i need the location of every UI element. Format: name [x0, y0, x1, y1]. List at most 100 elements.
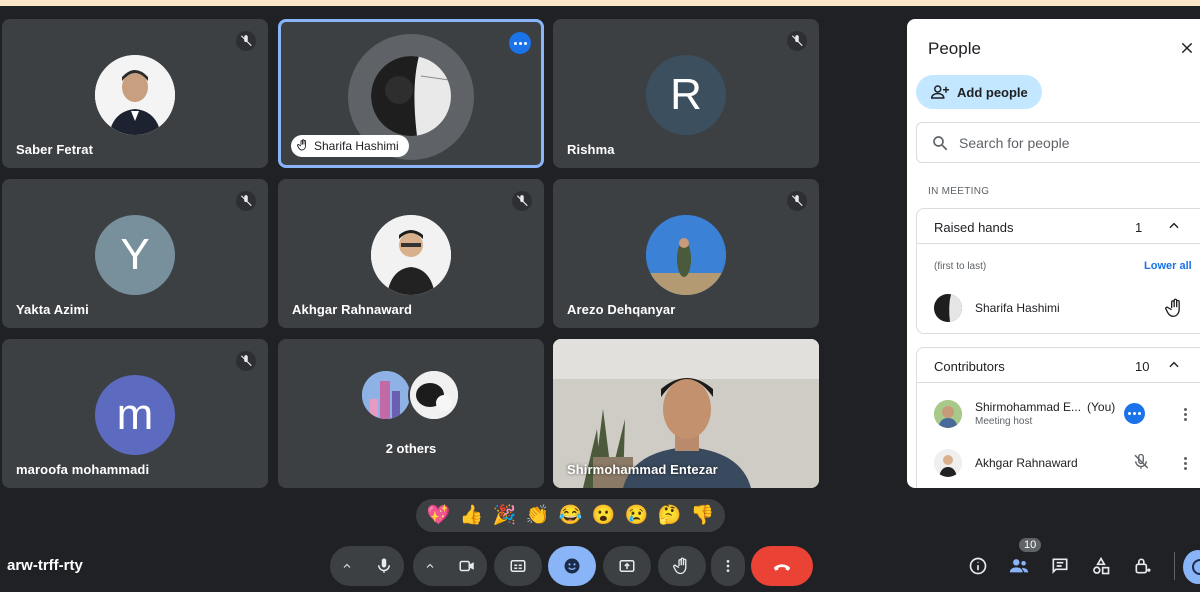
avatar: [360, 369, 412, 421]
section-count: 1: [1135, 220, 1143, 235]
chevron-up-icon: [426, 563, 434, 568]
chevron-up-icon[interactable]: [1165, 356, 1183, 374]
chevron-up-icon: [343, 563, 351, 568]
section-title: Raised hands: [934, 220, 1014, 235]
avatar: [934, 294, 962, 322]
participant-name: Akhgar Rahnaward: [292, 302, 413, 317]
tile-more-options-button[interactable]: [509, 32, 531, 54]
search-people-input[interactable]: [959, 134, 1179, 151]
reaction-thinking[interactable]: 🤔: [658, 506, 682, 525]
participant-name: maroofa mohammadi: [16, 462, 150, 477]
mic-off-icon: [236, 191, 256, 211]
participant-name: Yakta Azimi: [16, 302, 89, 317]
participant-tile-active[interactable]: Sharifa Hashimi: [278, 19, 544, 168]
close-panel-button[interactable]: [1177, 38, 1197, 58]
you-tag: (You): [1087, 400, 1116, 414]
reaction-surprised[interactable]: 😮: [592, 506, 616, 525]
contributors-header[interactable]: Contributors 10: [917, 348, 1200, 383]
self-video-tile[interactable]: Shirmohammad Entezar: [553, 339, 819, 488]
divider: [1174, 552, 1175, 580]
participant-tile[interactable]: m maroofa mohammadi: [2, 339, 268, 488]
avatar: [934, 449, 962, 477]
reaction-thumbs-up[interactable]: 👍: [460, 506, 484, 525]
camera-button[interactable]: [447, 546, 487, 586]
mic-icon: [378, 558, 390, 573]
person-name: Shirmohammad E...: [975, 400, 1082, 414]
person-add-icon: [930, 85, 949, 99]
more-vert-icon[interactable]: [1175, 403, 1195, 425]
participant-tile[interactable]: Arezo Dehqanyar: [553, 179, 819, 328]
microphone-button[interactable]: [364, 546, 404, 586]
reaction-thumbs-down[interactable]: 👎: [691, 506, 715, 525]
person-name: Akhgar Rahnaward: [975, 456, 1078, 470]
panel-title: People: [928, 39, 981, 58]
raise-hand-icon: [673, 557, 687, 575]
participant-tile[interactable]: Akhgar Rahnaward: [278, 179, 544, 328]
info-icon: [969, 557, 987, 575]
people-count-badge: 10: [1019, 538, 1042, 552]
end-call-icon: [773, 564, 791, 571]
participant-tile[interactable]: Y Yakta Azimi: [2, 179, 268, 328]
meeting-code: arw-trff-rty: [7, 557, 83, 574]
camera-icon: [459, 560, 474, 572]
meeting-details-button[interactable]: [964, 552, 992, 580]
in-meeting-label: IN MEETING: [928, 186, 990, 197]
mic-off-icon: [512, 191, 532, 211]
raise-hand-button[interactable]: [658, 546, 706, 586]
mic-off-icon: [1132, 453, 1150, 476]
avatar: Y: [95, 215, 175, 295]
raise-hand-icon: [297, 138, 309, 154]
others-tile[interactable]: 2 others: [278, 339, 544, 488]
raised-hands-header[interactable]: Raised hands 1: [917, 209, 1200, 244]
raise-hand-icon: [1165, 297, 1185, 324]
participant-tile[interactable]: R Rishma: [553, 19, 819, 168]
reaction-crying[interactable]: 😢: [625, 506, 649, 525]
emoji-icon: [564, 558, 580, 574]
mic-off-icon: [236, 351, 256, 371]
chat-icon: [1052, 558, 1068, 574]
people-panel: People Add people IN MEETING Raised hand…: [907, 19, 1200, 488]
host-controls-button[interactable]: [1129, 552, 1157, 580]
mic-off-icon: [787, 31, 807, 51]
reaction-party-popper[interactable]: 🎉: [493, 506, 517, 525]
list-item[interactable]: Akhgar Rahnaward: [917, 443, 1200, 483]
more-options-button[interactable]: [711, 546, 745, 586]
audio-settings-chevron-button[interactable]: [330, 546, 364, 586]
avatar: [371, 215, 451, 295]
participant-tile[interactable]: Saber Fetrat: [2, 19, 268, 168]
participant-name: Rishma: [567, 142, 615, 157]
people-icon: [1009, 559, 1029, 573]
participant-name: Sharifa Hashimi: [314, 139, 399, 153]
add-people-button[interactable]: Add people: [916, 75, 1042, 109]
lower-all-button[interactable]: Lower all: [1144, 260, 1192, 272]
shapes-icon: [1093, 556, 1110, 575]
camera-control-group: [413, 546, 487, 586]
person-role: Meeting host: [975, 416, 1033, 427]
search-box: [916, 122, 1200, 163]
avatar: [646, 215, 726, 295]
people-button[interactable]: [1005, 552, 1033, 580]
order-hint: (first to last): [934, 261, 987, 272]
reaction-sparkling-heart[interactable]: 💖: [427, 506, 451, 525]
avatar: R: [646, 55, 726, 135]
present-button[interactable]: [603, 546, 651, 586]
more-actions-button[interactable]: [1124, 403, 1145, 424]
refresh-icon: [1192, 559, 1200, 575]
leave-call-button[interactable]: [751, 546, 813, 586]
activities-button[interactable]: [1087, 552, 1115, 580]
others-label: 2 others: [385, 441, 437, 456]
emoji-reactions-button[interactable]: [548, 546, 596, 586]
captions-button[interactable]: [494, 546, 542, 586]
reaction-laughing[interactable]: 😂: [559, 506, 583, 525]
video-settings-chevron-button[interactable]: [413, 546, 447, 586]
reaction-clapping[interactable]: 👏: [526, 506, 550, 525]
more-vert-icon[interactable]: [1175, 452, 1195, 474]
companion-button[interactable]: [1183, 550, 1200, 584]
add-people-label: Add people: [957, 84, 1028, 100]
list-item[interactable]: Shirmohammad E... (You) Meeting host: [917, 394, 1200, 434]
chat-button[interactable]: [1046, 552, 1074, 580]
chevron-up-icon[interactable]: [1165, 217, 1183, 235]
participant-name: Saber Fetrat: [16, 142, 94, 157]
mic-control-group: [330, 546, 404, 586]
list-item[interactable]: Sharifa Hashimi: [917, 288, 1200, 328]
